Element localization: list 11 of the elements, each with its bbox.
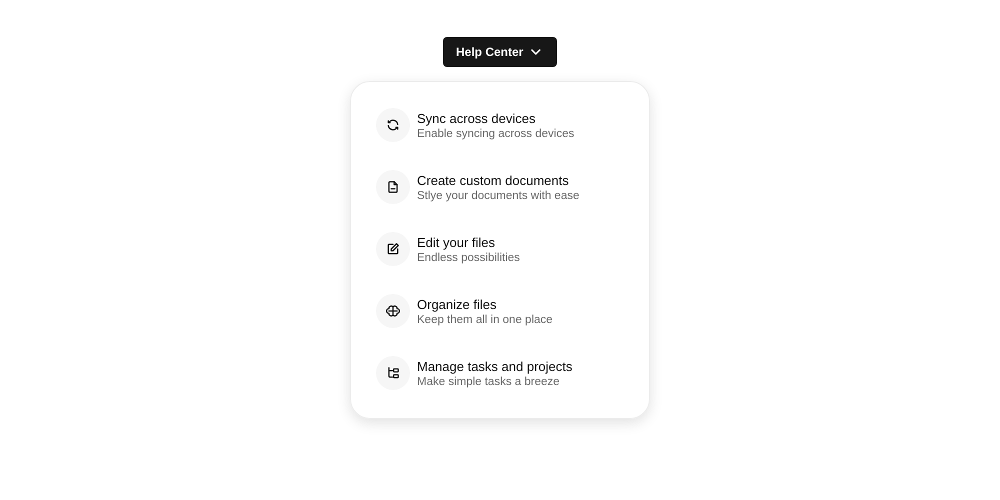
menu-item-description: Enable syncing across devices (417, 128, 574, 140)
help-center-button[interactable]: Help Center (443, 37, 557, 67)
menu-item-description: Endless possibilities (417, 252, 520, 264)
menu-item-title[interactable]: Organize files (417, 296, 553, 312)
menu-item-title[interactable]: Create custom documents (417, 172, 580, 188)
menu-item-description: Keep them all in one place (417, 314, 553, 326)
menu-item-description: Stlye your documents with ease (417, 190, 580, 202)
menu-item-title[interactable]: Edit your files (417, 234, 520, 250)
menu-item-title[interactable]: Manage tasks and projects (417, 358, 572, 374)
menu-item-description: Make simple tasks a breeze (417, 376, 561, 388)
menu-item-title[interactable]: Sync across devices (417, 110, 574, 126)
